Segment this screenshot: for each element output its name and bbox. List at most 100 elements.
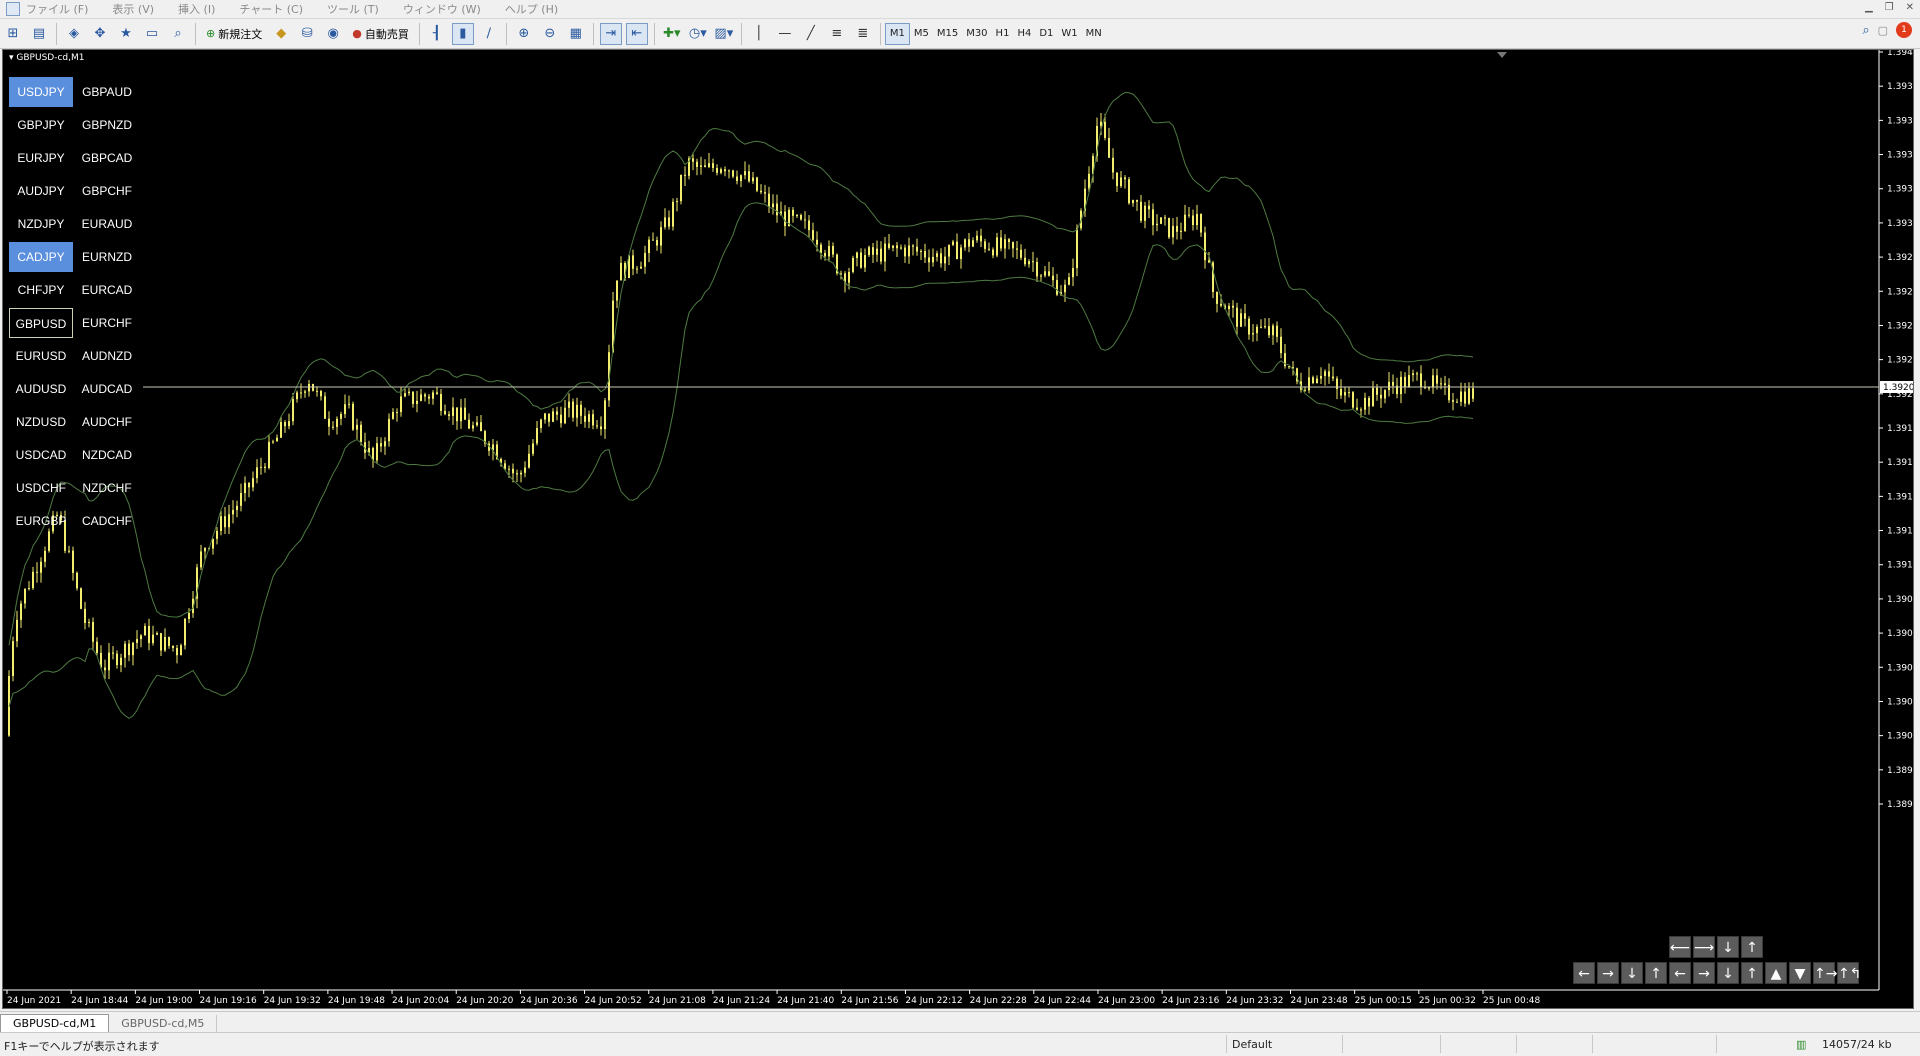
timeframe-m15[interactable]: M15 xyxy=(933,24,962,44)
pair-button-gbpchf[interactable]: GBPCHF xyxy=(75,176,139,206)
horizontal-line-icon[interactable]: — xyxy=(774,23,796,45)
pair-button-gbpcad[interactable]: GBPCAD xyxy=(75,143,139,173)
pair-button-cadjpy[interactable]: CADJPY xyxy=(9,242,73,272)
chart-canvas[interactable]: 1.39405 1.39385 1.39365 1.39345 1.39325 1.393… xyxy=(2,49,1914,1009)
menu-tools[interactable]: ツール (T) xyxy=(327,1,379,17)
pair-button-eurusd[interactable]: EURUSD xyxy=(9,341,73,371)
timeframe-w1[interactable]: W1 xyxy=(1057,24,1081,44)
candlestick-chart-icon[interactable]: ▮ xyxy=(451,22,474,45)
strategy-tester-icon[interactable]: ⌕ xyxy=(167,23,189,45)
auto-scroll-icon[interactable]: ⇥ xyxy=(599,22,622,45)
pair-button-nzdjpy[interactable]: NZDJPY xyxy=(9,209,73,239)
menu-help[interactable]: ヘルプ (H) xyxy=(505,1,558,17)
navigator-icon[interactable]: ★ xyxy=(115,23,137,45)
menu-insert[interactable]: 挿入 (I) xyxy=(178,1,215,17)
line-chart-icon[interactable]: ∕ xyxy=(478,23,500,45)
restore-icon[interactable]: ❐ xyxy=(1885,2,1894,13)
tile-windows-icon[interactable]: ▦ xyxy=(565,23,587,45)
chart-shift-icon[interactable]: ⇤ xyxy=(625,22,648,45)
metaeditor-icon[interactable]: ◆ xyxy=(270,23,292,45)
market-icon[interactable]: ◉ xyxy=(322,23,344,45)
arrow-key-button[interactable]: ← xyxy=(1573,962,1595,984)
zoom-out-icon[interactable]: ⊖ xyxy=(539,23,561,45)
arrow-key-button[interactable]: ↑→ xyxy=(1813,962,1837,984)
search-icon[interactable]: ⌕ xyxy=(1862,23,1869,38)
tab-gbpusd-m1[interactable]: GBPUSD-cd,M1 xyxy=(0,1014,110,1032)
pair-button-cadchf[interactable]: CADCHF xyxy=(75,506,139,536)
pair-button-audusd[interactable]: AUDUSD xyxy=(9,374,73,404)
arrow-key-button[interactable]: ▼ xyxy=(1789,962,1811,984)
trendline-icon[interactable]: ╱ xyxy=(800,23,822,45)
minimize-icon[interactable]: ▁ xyxy=(1865,2,1873,13)
arrow-key-button[interactable]: ↓ xyxy=(1717,962,1739,984)
pair-button-usdjpy[interactable]: USDJPY xyxy=(9,77,73,107)
profiles-icon[interactable]: ▤ xyxy=(28,23,50,45)
bar-chart-icon[interactable]: ┨ xyxy=(426,23,448,45)
periods-icon[interactable]: ◷▾ xyxy=(687,23,709,45)
timeframe-d1[interactable]: D1 xyxy=(1035,24,1057,44)
pair-button-chfjpy[interactable]: CHFJPY xyxy=(9,275,73,305)
cursor-icon[interactable]: │ xyxy=(748,23,770,45)
connection-bars-icon[interactable]: ▥ xyxy=(1796,1038,1806,1051)
pair-button-audchf[interactable]: AUDCHF xyxy=(75,407,139,437)
arrow-key-button[interactable]: ↑ xyxy=(1741,936,1763,958)
notification-bubble-icon[interactable]: ▢ xyxy=(1878,24,1888,37)
arrow-key-button[interactable]: ↑ xyxy=(1645,962,1667,984)
menu-view[interactable]: 表示 (V) xyxy=(112,1,154,17)
pair-button-nzdchf[interactable]: NZDCHF xyxy=(75,473,139,503)
pair-button-gbpjpy[interactable]: GBPJPY xyxy=(9,110,73,140)
channel-icon[interactable]: ≡ xyxy=(826,23,848,45)
templates-icon[interactable]: ▨▾ xyxy=(713,23,735,45)
price-chart[interactable]: 1.39405 1.39385 1.39365 1.39345 1.39325 1.393… xyxy=(3,50,1913,1008)
pair-button-nzdusd[interactable]: NZDUSD xyxy=(9,407,73,437)
auto-trading-button[interactable]: ● 自動売買 xyxy=(348,23,413,45)
notification-badge[interactable]: 1 xyxy=(1896,22,1912,38)
pair-button-audcad[interactable]: AUDCAD xyxy=(75,374,139,404)
arrow-key-button[interactable]: → xyxy=(1597,962,1619,984)
pair-button-eurcad[interactable]: EURCAD xyxy=(75,275,139,305)
pair-button-gbpusd[interactable]: GBPUSD xyxy=(9,308,73,338)
arrow-key-button[interactable]: ↓ xyxy=(1621,962,1643,984)
signals-icon[interactable]: ⛁ xyxy=(296,23,318,45)
arrow-key-button[interactable]: ↓ xyxy=(1717,936,1739,958)
new-order-button[interactable]: ⊕ 新規注文 xyxy=(202,23,266,45)
indicators-icon[interactable]: ✚▾ xyxy=(661,23,683,45)
arrow-key-button[interactable]: ⟶ xyxy=(1693,936,1715,958)
pair-button-gbpaud[interactable]: GBPAUD xyxy=(75,77,139,107)
new-chart-icon[interactable]: ⊞ xyxy=(2,23,24,45)
pair-button-euraud[interactable]: EURAUD xyxy=(75,209,139,239)
arrow-key-button[interactable]: ⟵ xyxy=(1669,936,1691,958)
data-window-icon[interactable]: ✥ xyxy=(89,23,111,45)
market-watch-icon[interactable]: ◈ xyxy=(63,23,85,45)
menu-chart[interactable]: チャート (C) xyxy=(239,1,303,17)
pair-button-nzdcad[interactable]: NZDCAD xyxy=(75,440,139,470)
terminal-icon[interactable]: ▭ xyxy=(141,23,163,45)
arrow-key-button[interactable]: ▲ xyxy=(1765,962,1787,984)
timeframe-mn[interactable]: MN xyxy=(1082,24,1106,44)
pair-button-eurgbp[interactable]: EURGBP xyxy=(9,506,73,536)
arrow-key-button[interactable]: ← xyxy=(1669,962,1691,984)
timeframe-m30[interactable]: M30 xyxy=(962,24,991,44)
pair-button-audjpy[interactable]: AUDJPY xyxy=(9,176,73,206)
pair-button-gbpnzd[interactable]: GBPNZD xyxy=(75,110,139,140)
pair-button-eurchf[interactable]: EURCHF xyxy=(75,308,139,338)
timeframe-h4[interactable]: H4 xyxy=(1013,24,1035,44)
tab-gbpusd-m5[interactable]: GBPUSD-cd,M5 xyxy=(109,1015,218,1032)
pair-button-usdchf[interactable]: USDCHF xyxy=(9,473,73,503)
arrow-key-button[interactable]: ↑ xyxy=(1741,962,1763,984)
timeframe-h1[interactable]: H1 xyxy=(992,24,1014,44)
arrow-key-button[interactable]: → xyxy=(1693,962,1715,984)
timeframe-m5[interactable]: M5 xyxy=(910,24,933,44)
zoom-in-icon[interactable]: ⊕ xyxy=(513,23,535,45)
pair-button-audnzd[interactable]: AUDNZD xyxy=(75,341,139,371)
menu-file[interactable]: ファイル (F) xyxy=(26,1,88,17)
timeframe-m1[interactable]: M1 xyxy=(884,22,910,45)
menu-window[interactable]: ウィンドウ (W) xyxy=(403,1,481,17)
arrow-key-button[interactable]: ↑↰ xyxy=(1837,962,1861,984)
fibonacci-icon[interactable]: ≣ xyxy=(852,23,874,45)
chart-menu-triangle-icon[interactable]: ▾ xyxy=(9,53,14,63)
pair-button-eurnzd[interactable]: EURNZD xyxy=(75,242,139,272)
pair-button-usdcad[interactable]: USDCAD xyxy=(9,440,73,470)
pair-button-eurjpy[interactable]: EURJPY xyxy=(9,143,73,173)
close-icon[interactable]: ✕ xyxy=(1906,2,1914,13)
